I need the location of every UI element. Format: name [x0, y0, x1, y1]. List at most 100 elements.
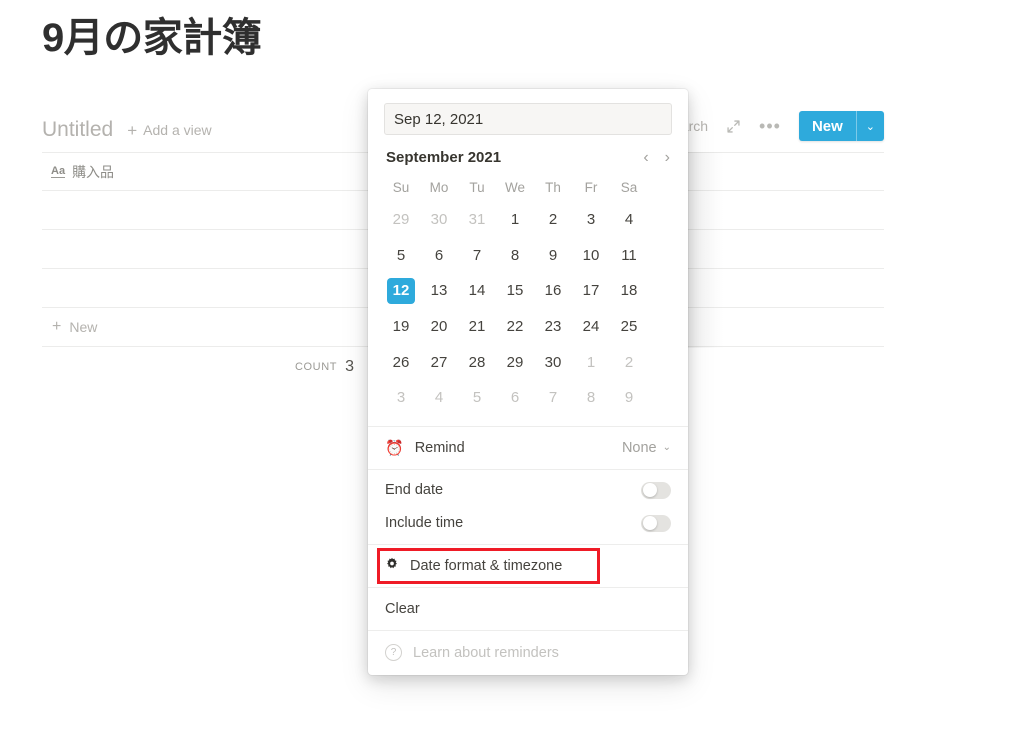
calendar-day[interactable]: 29 [496, 344, 534, 380]
calendar-day[interactable]: 1 [496, 202, 534, 238]
calendar-week-row: 12 13 14 15 16 17 18 [382, 273, 674, 309]
calendar-day[interactable]: 5 [458, 380, 496, 416]
calendar-day-label: 6 [434, 246, 444, 264]
calendar-day[interactable]: 29 [382, 202, 420, 238]
calendar-day[interactable]: 22 [496, 309, 534, 345]
calendar-day[interactable]: 24 [572, 309, 610, 345]
calendar-day[interactable]: 7 [534, 380, 572, 416]
toggle-knob [642, 516, 657, 531]
calendar-week-row: 19 20 21 22 23 24 25 [382, 309, 674, 345]
include-time-toggle[interactable] [641, 514, 671, 532]
calendar-day-label: 7 [548, 389, 558, 407]
calendar-day[interactable]: 13 [420, 273, 458, 309]
calendar-weekday-row: Su Mo Tu We Th Fr Sa [382, 172, 674, 202]
calendar-day[interactable]: 15 [496, 273, 534, 309]
calendar-day[interactable]: 8 [496, 238, 534, 274]
text-type-icon: Aa [51, 164, 66, 179]
learn-about-reminders-label: Learn about reminders [413, 644, 559, 661]
toggle-section: End date Include time [368, 470, 688, 544]
calendar-day[interactable]: 28 [458, 344, 496, 380]
calendar-day[interactable]: 6 [496, 380, 534, 416]
calendar-day[interactable]: 11 [610, 238, 648, 274]
clear-row[interactable]: Clear [368, 588, 688, 630]
calendar-day-label: 5 [472, 389, 482, 407]
calendar-day-label: 1 [586, 353, 596, 371]
calendar-day[interactable]: 26 [382, 344, 420, 380]
calendar-day-label: 2 [548, 211, 558, 229]
calendar-weekday: Sa [620, 179, 638, 195]
learn-about-reminders-row[interactable]: ? Learn about reminders [368, 631, 688, 675]
include-time-row[interactable]: Include time [368, 507, 688, 540]
add-a-view-label: Add a view [143, 122, 212, 138]
calendar-day[interactable]: 4 [420, 380, 458, 416]
plus-icon: + [127, 120, 138, 140]
calendar-day-selected[interactable]: 12 [382, 273, 420, 309]
new-button-label: New [811, 117, 843, 135]
calendar-day[interactable]: 30 [534, 344, 572, 380]
date-format-timezone-row[interactable]: Date format & timezone [368, 545, 688, 587]
calendar-day[interactable]: 3 [572, 202, 610, 238]
calendar-day-label: 6 [510, 389, 520, 407]
view-bar: Untitled + Add a view [42, 108, 212, 152]
calendar-weekday: We [504, 179, 525, 195]
calendar-day[interactable]: 7 [458, 238, 496, 274]
calendar-day[interactable]: 31 [458, 202, 496, 238]
calendar-day[interactable]: 6 [420, 238, 458, 274]
calendar-day[interactable]: 19 [382, 309, 420, 345]
calendar-day-label: 28 [468, 353, 486, 371]
calendar-day[interactable]: 3 [382, 380, 420, 416]
calendar-day-label: 29 [392, 211, 410, 229]
count-value: 3 [345, 358, 354, 375]
calendar-day-label: 4 [624, 211, 634, 229]
calendar-day-label: 15 [506, 282, 524, 300]
end-date-toggle[interactable] [641, 481, 671, 499]
remind-row[interactable]: ⏰ Remind None ⌄ [368, 427, 688, 469]
calendar-day[interactable]: 18 [610, 273, 648, 309]
calendar-day[interactable]: 9 [534, 238, 572, 274]
expand-arrows-icon[interactable] [726, 119, 741, 134]
question-circle-icon: ? [385, 644, 402, 662]
calendar-day[interactable]: 30 [420, 202, 458, 238]
calendar-day[interactable]: 4 [610, 202, 648, 238]
calendar-day[interactable]: 20 [420, 309, 458, 345]
view-tab-untitled[interactable]: Untitled [42, 118, 113, 142]
calendar-day[interactable]: 16 [534, 273, 572, 309]
calendar-day[interactable]: 27 [420, 344, 458, 380]
calendar-day-label: 24 [582, 318, 600, 336]
chevron-left-icon[interactable]: ‹ [643, 149, 648, 166]
calendar-day-label: 22 [506, 318, 524, 336]
calendar-day[interactable]: 9 [610, 380, 648, 416]
calendar-day[interactable]: 2 [610, 344, 648, 380]
column-header-purchase[interactable]: Aa 購入品 [42, 162, 114, 182]
calendar-weekday: Th [545, 179, 561, 195]
calendar-day-label: 8 [586, 389, 596, 407]
calendar-day-label: 19 [392, 318, 410, 336]
calendar-day-label: 26 [392, 353, 410, 371]
table-toolbar: arch ••• New ⌄ [681, 110, 884, 142]
add-a-view-button[interactable]: + Add a view [127, 122, 211, 139]
calendar-day[interactable]: 14 [458, 273, 496, 309]
chevron-down-icon[interactable]: ⌄ [857, 111, 884, 141]
calendar-day-label: 11 [621, 246, 637, 264]
calendar-day[interactable]: 21 [458, 309, 496, 345]
remind-value-dropdown[interactable]: None ⌄ [622, 440, 671, 456]
calendar-weekday: Fr [584, 179, 598, 195]
chevron-right-icon[interactable]: › [665, 149, 670, 166]
calendar-day[interactable]: 17 [572, 273, 610, 309]
new-button[interactable]: New ⌄ [798, 111, 884, 141]
date-input[interactable] [384, 103, 672, 135]
end-date-row[interactable]: End date [368, 474, 688, 507]
date-picker-popup: September 2021 ‹ › SuMoTuWeThFrSa 293031… [368, 89, 688, 675]
calendar-day[interactable]: 2 [534, 202, 572, 238]
calendar-day[interactable]: 10 [572, 238, 610, 274]
calendar-day[interactable]: 23 [534, 309, 572, 345]
calendar-day[interactable]: 5 [382, 238, 420, 274]
calendar-day-label: 13 [430, 282, 448, 300]
column-header-label: 購入品 [72, 163, 115, 180]
ellipsis-icon[interactable]: ••• [759, 117, 781, 135]
calendar-day[interactable]: 25 [610, 309, 648, 345]
calendar-day-label: 12 [387, 277, 415, 304]
calendar-day[interactable]: 1 [572, 344, 610, 380]
remind-value-label: None [621, 439, 657, 456]
calendar-day[interactable]: 8 [572, 380, 610, 416]
